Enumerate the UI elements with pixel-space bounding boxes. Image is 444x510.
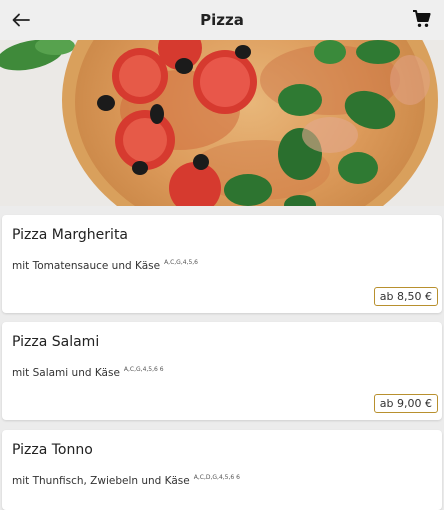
menu-item-name: Pizza Salami (12, 334, 100, 350)
menu-item-description-text: mit Tomatensauce und Käse (12, 260, 161, 272)
menu-item-name: Pizza Tonno (12, 442, 93, 458)
price-button[interactable]: ab 9,00 € (373, 394, 438, 413)
menu-item-description: mit Salami und Käse A,C,G,4,5,6 6 (12, 366, 164, 379)
menu-item-description-text: mit Salami und Käse (12, 367, 120, 379)
price-button[interactable]: ab 8,50 € (373, 287, 438, 306)
shopping-cart-icon (413, 10, 431, 27)
cart-button[interactable] (412, 9, 434, 31)
menu-item-card[interactable]: Pizza Salami mit Salami und Käse A,C,G,4,… (2, 322, 442, 420)
menu-item-description-text: mit Thunfisch, Zwiebeln und Käse (12, 475, 190, 487)
menu-item-name: Pizza Margherita (12, 227, 129, 243)
menu-item-description: mit Tomatensauce und Käse A,C,G,4,5,6 (12, 259, 198, 272)
arrow-left-icon (12, 13, 30, 27)
menu-item-description: mit Thunfisch, Zwiebeln und Käse A,C,D,G,… (12, 474, 240, 487)
allergen-codes: A,C,G,4,5,6 (164, 259, 198, 266)
back-button[interactable] (8, 7, 34, 33)
menu-item-card[interactable]: Pizza Margherita mit Tomatensauce und Kä… (2, 215, 442, 313)
hero-pizza-image (0, 40, 444, 206)
page-title: Pizza (200, 11, 244, 29)
allergen-codes: A,C,D,G,4,5,6 6 (193, 474, 240, 481)
allergen-codes: A,C,G,4,5,6 6 (123, 366, 164, 373)
menu-item-card[interactable]: Pizza Tonno mit Thunfisch, Zwiebeln und … (2, 430, 442, 510)
top-app-bar: Pizza (0, 0, 444, 40)
